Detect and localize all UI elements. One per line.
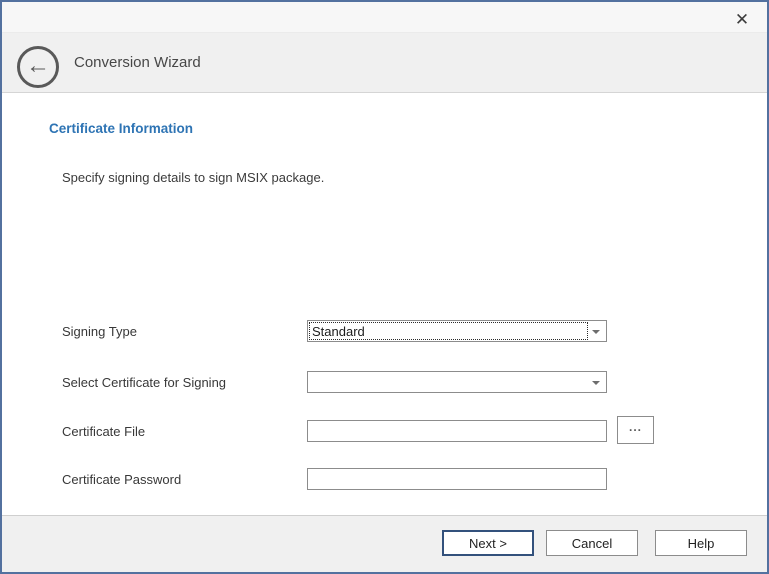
select-certificate-label: Select Certificate for Signing	[62, 375, 226, 390]
title-bar: ✕	[2, 2, 767, 32]
button-bar: Next > Cancel Help	[2, 515, 767, 572]
certificate-password-input[interactable]	[307, 468, 607, 490]
wizard-content: Certificate Information Specify signing …	[2, 94, 767, 515]
certificate-password-label: Certificate Password	[62, 472, 181, 487]
conversion-wizard-dialog: ✕ ← Conversion Wizard Certificate Inform…	[0, 0, 769, 574]
signing-type-label: Signing Type	[62, 324, 137, 339]
help-button[interactable]: Help	[655, 530, 747, 556]
page-title: Certificate Information	[49, 121, 193, 136]
wizard-banner: ← Conversion Wizard	[2, 32, 767, 93]
close-icon[interactable]: ✕	[730, 9, 754, 31]
certificate-file-label: Certificate File	[62, 424, 145, 439]
select-certificate-combobox[interactable]	[307, 371, 607, 393]
signing-type-value: Standard	[312, 321, 365, 341]
back-arrow-icon: ←	[26, 54, 50, 78]
wizard-title: Conversion Wizard	[74, 33, 201, 92]
page-description: Specify signing details to sign MSIX pac…	[62, 170, 324, 185]
chevron-down-icon	[592, 381, 600, 385]
back-button[interactable]: ←	[17, 46, 59, 88]
next-button[interactable]: Next >	[442, 530, 534, 556]
browse-button[interactable]: ...	[617, 416, 654, 444]
chevron-down-icon	[592, 330, 600, 334]
signing-type-combobox[interactable]: Standard	[307, 320, 607, 342]
certificate-file-input[interactable]	[307, 420, 607, 442]
cancel-button[interactable]: Cancel	[546, 530, 638, 556]
